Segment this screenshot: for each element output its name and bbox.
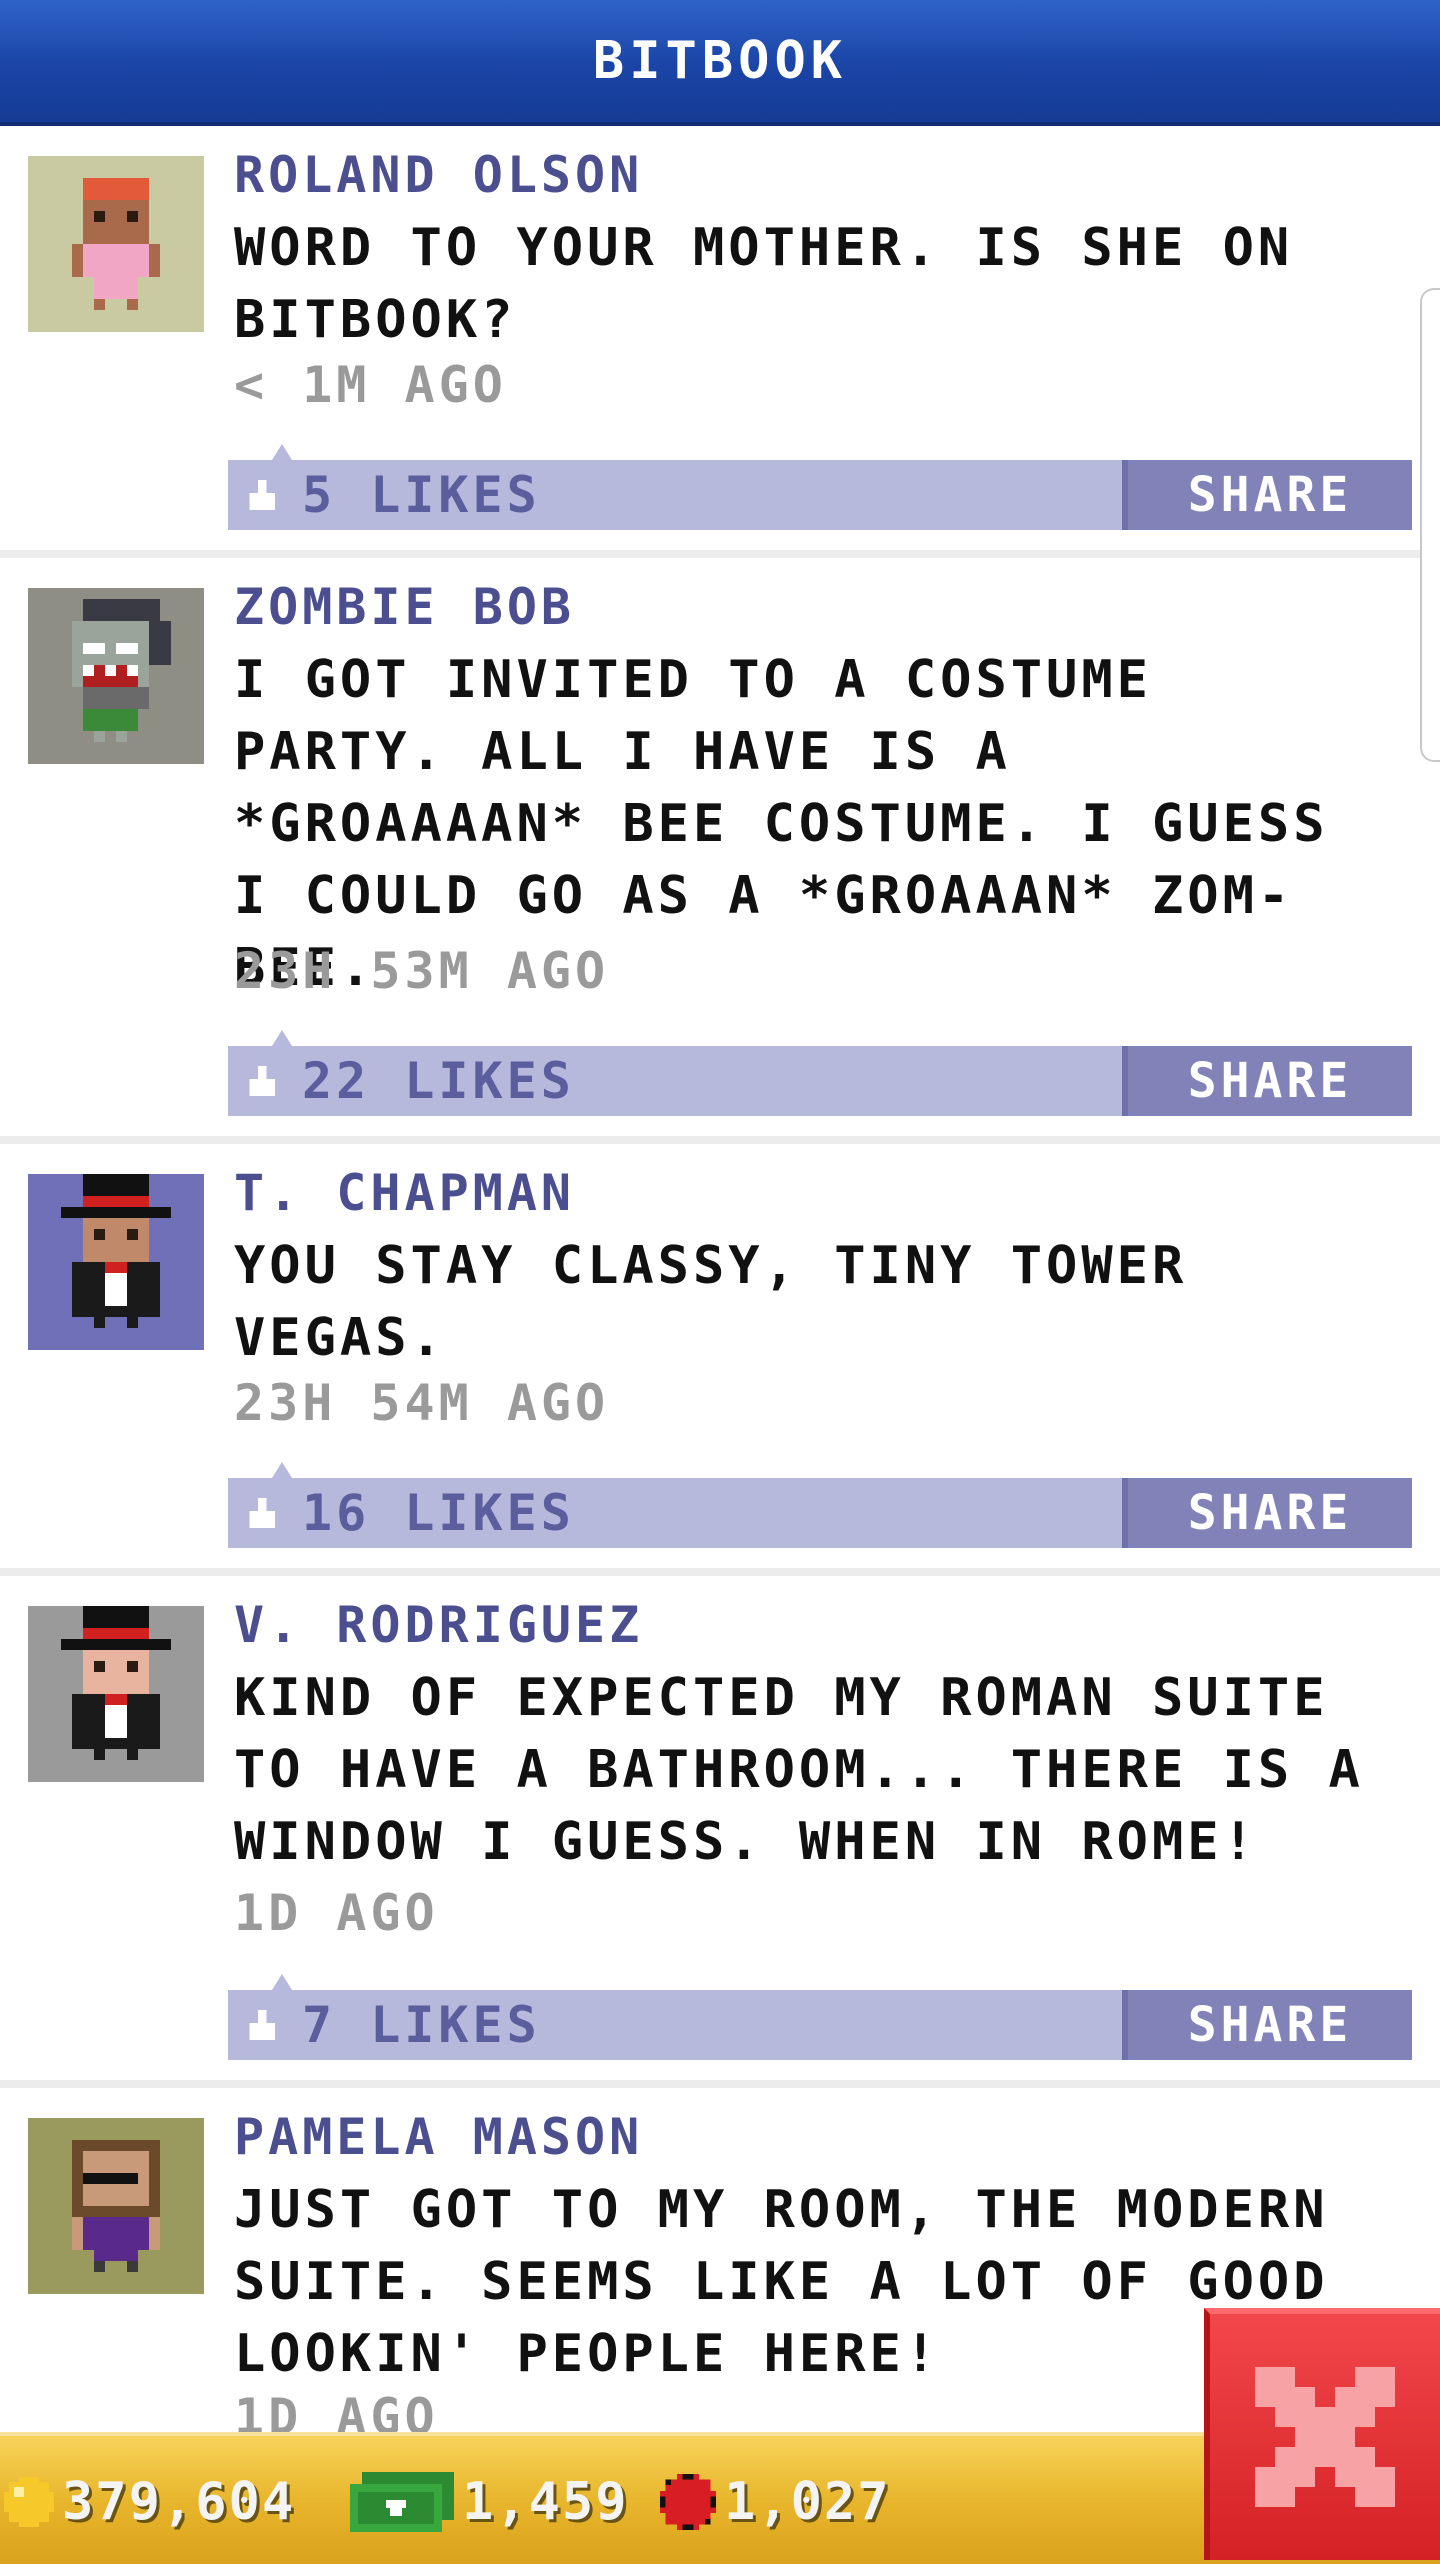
cash-icon — [350, 2472, 454, 2532]
like-count[interactable]: 16 LIKES — [302, 1484, 575, 1542]
post-time: 23H 54M AGO — [234, 1374, 610, 1432]
post-item: ROLAND OLSON WORD TO YOUR MOTHER. IS SHE… — [0, 126, 1440, 558]
post-item: T. CHAPMAN YOU STAY CLASSY, TINY TOWER V… — [0, 1144, 1440, 1576]
chips-stat: 1,027 — [660, 2472, 891, 2532]
post-author: ZOMBIE BOB — [234, 578, 576, 636]
post-item: V. RODRIGUEZ KIND OF EXPECTED MY ROMAN S… — [0, 1576, 1440, 2088]
coins-value: 379,604 — [62, 2472, 296, 2532]
share-button[interactable]: SHARE — [1122, 1990, 1412, 2060]
avatar[interactable] — [28, 1174, 204, 1350]
thumbs-up-icon[interactable] — [244, 480, 280, 514]
like-count[interactable]: 5 LIKES — [302, 466, 541, 524]
post-message: WORD TO YOUR MOTHER. IS SHE ON BITBOOK? — [234, 218, 1294, 350]
avatar[interactable] — [28, 588, 204, 764]
chips-value: 1,027 — [724, 2472, 891, 2532]
post-feed[interactable]: ROLAND OLSON WORD TO YOUR MOTHER. IS SHE… — [0, 126, 1440, 2432]
post-author: T. CHAPMAN — [234, 1164, 576, 1222]
coin-icon — [4, 2477, 54, 2527]
like-bar: 16 LIKES SHARE — [228, 1462, 1412, 1548]
thumbs-up-icon[interactable] — [244, 2010, 280, 2044]
app-header: BITBOOK — [0, 0, 1440, 126]
like-bar: 7 LIKES SHARE — [228, 1974, 1412, 2060]
close-icon — [1255, 2367, 1395, 2507]
post-message: YOU STAY CLASSY, TINY TOWER VEGAS. — [234, 1236, 1188, 1368]
close-button[interactable] — [1204, 2308, 1440, 2560]
like-count[interactable]: 22 LIKES — [302, 1052, 575, 1110]
thumbs-up-icon[interactable] — [244, 1498, 280, 1532]
bux-value: 1,459 — [462, 2472, 629, 2532]
avatar[interactable] — [28, 1606, 204, 1782]
scrollbar[interactable] — [1420, 288, 1440, 762]
bux-stat: 1,459 — [350, 2472, 629, 2532]
like-bar: 5 LIKES SHARE — [228, 444, 1412, 530]
post-message: KIND OF EXPECTED MY ROMAN SUITE TO HAVE … — [234, 1668, 1364, 1872]
post-item: ZOMBIE BOB I GOT INVITED TO A COSTUME PA… — [0, 558, 1440, 1144]
share-button[interactable]: SHARE — [1122, 1046, 1412, 1116]
share-button[interactable]: SHARE — [1122, 1478, 1412, 1548]
post-author: ROLAND OLSON — [234, 146, 644, 204]
page-title: BITBOOK — [592, 31, 848, 91]
post-time: 1D AGO — [234, 2388, 439, 2432]
like-bar: 22 LIKES SHARE — [228, 1030, 1412, 1116]
post-author: PAMELA MASON — [234, 2108, 644, 2166]
thumbs-up-icon[interactable] — [244, 1066, 280, 1100]
post-author: V. RODRIGUEZ — [234, 1596, 644, 1654]
like-count[interactable]: 7 LIKES — [302, 1996, 541, 2054]
post-time: 1D AGO — [234, 1884, 439, 1942]
avatar[interactable] — [28, 156, 204, 332]
post-message: JUST GOT TO MY ROOM, THE MODERN SUITE. S… — [234, 2180, 1329, 2384]
post-time: < 1M AGO — [234, 356, 507, 414]
share-button[interactable]: SHARE — [1122, 460, 1412, 530]
coins-stat: 379,604 — [4, 2472, 295, 2532]
avatar[interactable] — [28, 2118, 204, 2294]
poker-chip-icon — [660, 2474, 716, 2530]
post-time: 23H 53M AGO — [234, 942, 610, 1000]
